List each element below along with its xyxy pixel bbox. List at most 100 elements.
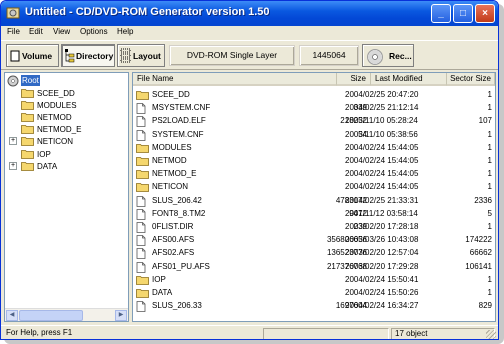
menu-view[interactable]: View xyxy=(53,27,70,36)
menu-file[interactable]: File xyxy=(7,27,20,36)
record-button[interactable]: Rec... xyxy=(362,44,414,67)
file-sector-size: 66662 xyxy=(469,248,492,258)
file-name: NETICON xyxy=(152,182,188,192)
list-row[interactable]: DATA 2004/02/24 15:50:26 1 xyxy=(133,287,495,299)
expand-icon[interactable]: + xyxy=(9,161,17,170)
file-sector-size: 1 xyxy=(487,103,492,113)
layout-icon xyxy=(120,48,131,63)
volume-button[interactable]: Volume xyxy=(6,44,59,67)
folder-icon xyxy=(21,149,34,159)
file-sector-size: 174222 xyxy=(465,235,492,245)
list-row[interactable]: MODULES 2004/02/24 15:44:05 1 xyxy=(133,142,495,154)
minimize-button[interactable]: _ xyxy=(431,4,451,23)
folder-icon xyxy=(21,124,34,135)
layout-label: Layout xyxy=(133,51,161,61)
file-modified: 2001/11/12 03:58:14 xyxy=(345,208,418,218)
file-sector-size: 829 xyxy=(478,301,492,311)
list-row[interactable]: NETMOD 2004/02/24 15:44:05 1 xyxy=(133,155,495,167)
tree-item-label: NETICON xyxy=(37,137,73,147)
list-row[interactable]: IOP 2004/02/24 15:50:41 1 xyxy=(133,274,495,286)
file-sector-size: 1 xyxy=(487,274,492,284)
tree-root-label: Root xyxy=(21,75,40,86)
file-sector-size: 2336 xyxy=(474,195,492,205)
list-row[interactable]: AFS01_PU.AFS 217376768 2003/02/20 17:29:28… xyxy=(133,261,495,273)
folder-icon xyxy=(21,100,34,110)
file-name: NETMOD_E xyxy=(152,169,197,179)
file-sector-size: 1 xyxy=(487,90,492,99)
list-row[interactable]: 0FLIST.DIR 239 2003/02/20 17:28:18 1 xyxy=(133,221,495,233)
file-sector-size: 106141 xyxy=(465,261,492,271)
file-modified: 2003/11/10 05:38:56 xyxy=(345,129,418,139)
file-sector-size: 1 xyxy=(487,142,492,152)
file-name: NETMOD xyxy=(152,156,187,165)
file-modified: 2004/02/24 15:44:05 xyxy=(345,169,419,179)
list-row[interactable]: SLUS_206.42 4783172 2004/02/25 21:33:31 233… xyxy=(133,195,495,207)
folder-icon xyxy=(21,161,34,171)
record-label: Rec... xyxy=(389,51,412,61)
status-help-text: For Help, press F1 xyxy=(6,328,73,337)
column-header-sector-size[interactable]: Sector Size xyxy=(447,73,495,86)
file-list: File Name Size Last Modified Sector Size… xyxy=(132,72,496,322)
folder-icon xyxy=(21,136,34,147)
folder-icon xyxy=(21,112,34,123)
menu-options[interactable]: Options xyxy=(80,27,108,36)
file-sector-size: 107 xyxy=(478,116,492,126)
cd-icon xyxy=(367,49,383,65)
column-header-size[interactable]: Size xyxy=(337,73,371,86)
volume-label: Volume xyxy=(22,51,53,61)
list-row[interactable]: SCEE_DD 2004/02/25 20:47:20 1 xyxy=(133,89,495,101)
tree-item-label: NETMOD xyxy=(37,113,72,123)
list-row[interactable]: NETICON 2004/02/24 15:44:05 1 xyxy=(133,181,495,193)
file-modified: 2004/02/25 21:33:31 xyxy=(345,195,419,205)
expand-icon[interactable]: + xyxy=(9,137,17,146)
list-row[interactable]: SYSTEM.CNF 54 2003/11/10 05:38:56 1 xyxy=(133,129,495,141)
menu-edit[interactable]: Edit xyxy=(29,27,43,36)
file-modified: 2004/02/24 15:44:05 xyxy=(345,182,419,192)
status-bar: For Help, press F1 17 object xyxy=(1,325,498,339)
file-modified: 2004/02/24 15:50:26 xyxy=(345,288,419,297)
file-modified: 2004/02/25 20:47:20 xyxy=(345,90,419,99)
app-icon xyxy=(6,7,20,19)
list-row[interactable]: FONT8_8.TM2 9472 2001/11/12 03:58:14 5 xyxy=(133,208,495,220)
file-sector-size: 1 xyxy=(487,182,492,192)
scroll-thumb[interactable] xyxy=(19,310,83,321)
file-modified: 2004/02/24 15:44:05 xyxy=(345,142,419,152)
tree-horizontal-scrollbar[interactable]: ◀ ▶ xyxy=(5,308,128,321)
total-size-field: 1445064 xyxy=(299,45,359,66)
file-modified: 2004/02/25 21:12:14 xyxy=(345,103,419,113)
title-bar[interactable]: Untitled - CD/DVD-ROM Generator version … xyxy=(1,1,498,26)
file-modified: 2004/02/24 16:34:27 xyxy=(345,301,419,311)
scroll-left-button[interactable]: ◀ xyxy=(6,310,18,321)
directory-tree: Root SCEE_DD MODULES NETMOD NETMOD_E + NETICO… xyxy=(4,72,129,322)
maximize-button[interactable]: □ xyxy=(453,4,473,23)
directory-button[interactable]: Directory xyxy=(61,44,115,67)
list-row[interactable]: NETMOD_E 2004/02/24 15:44:05 1 xyxy=(133,168,495,180)
toolbar: Volume Directory Layout DVD-ROM Single L… xyxy=(1,40,498,70)
tree-item-label: MODULES xyxy=(37,101,77,111)
list-row[interactable]: AFS02.AFS 136523776 2003/02/20 12:57:04 666… xyxy=(133,247,495,260)
list-row[interactable]: PS2LOAD.ELF 218252 2003/11/10 05:28:24 107 xyxy=(133,115,495,128)
file-name: IOP xyxy=(152,274,166,284)
status-object-count: 17 object xyxy=(391,328,495,339)
file-modified: 2003/02/20 12:57:04 xyxy=(345,248,419,258)
scroll-right-button[interactable]: ▶ xyxy=(115,310,127,321)
column-header-file-name[interactable]: File Name xyxy=(133,73,337,86)
app-window: Untitled - CD/DVD-ROM Generator version … xyxy=(0,0,499,340)
media-type-field: DVD-ROM Single Layer xyxy=(169,45,295,66)
menu-help[interactable]: Help xyxy=(117,27,133,36)
directory-icon xyxy=(65,49,75,63)
resize-grip[interactable] xyxy=(486,330,496,339)
file-sector-size: 1 xyxy=(487,169,492,179)
file-sector-size: 1 xyxy=(487,222,492,231)
column-header-last-modified[interactable]: Last Modified xyxy=(371,73,447,86)
list-row[interactable]: MSYSTEM.CNF 339 2004/02/25 21:12:14 1 xyxy=(133,102,495,115)
close-button[interactable]: × xyxy=(475,4,495,23)
file-sector-size: 1 xyxy=(487,129,492,139)
list-row[interactable]: SLUS_206.33 1697604 2004/02/24 16:34:27 829 xyxy=(133,300,495,313)
file-sector-size: 5 xyxy=(487,208,492,218)
file-name: DATA xyxy=(152,288,173,297)
file-name: MODULES xyxy=(152,142,192,152)
layout-button[interactable]: Layout xyxy=(117,44,165,67)
list-row[interactable]: AFS00.AFS 356806656 2003/03/26 10:43:08 174… xyxy=(133,234,495,247)
file-sector-size: 1 xyxy=(487,288,492,297)
